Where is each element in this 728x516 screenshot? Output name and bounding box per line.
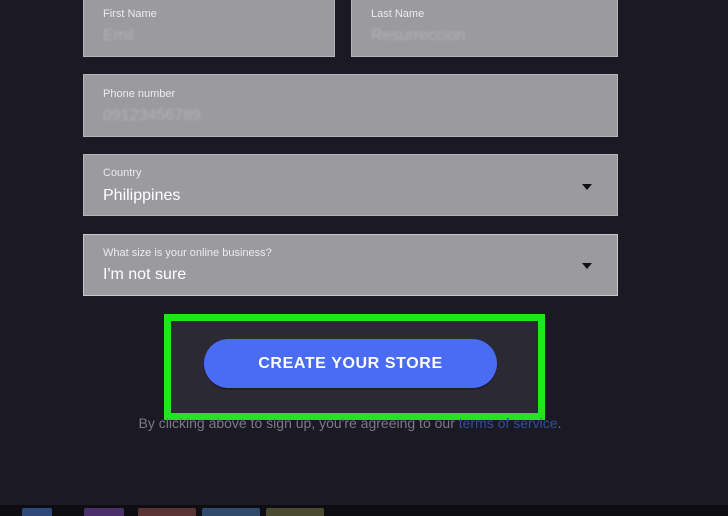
signup-page: First Name Emil Last Name Resurreccion P… — [0, 0, 728, 516]
last-name-field[interactable]: Last Name Resurreccion — [351, 0, 618, 57]
taskbar-item[interactable] — [138, 508, 196, 516]
country-select[interactable]: Country Philippines — [83, 154, 618, 216]
first-name-placeholder: Emil — [103, 27, 135, 44]
first-name-field[interactable]: First Name Emil — [83, 0, 335, 57]
terms-suffix: . — [557, 415, 562, 431]
last-name-label: Last Name — [371, 8, 425, 20]
phone-number-placeholder: 09123456789 — [103, 107, 201, 124]
terms-prefix: By clicking above to sign up, you're agr… — [138, 415, 459, 431]
phone-number-label: Phone number — [103, 88, 176, 100]
last-name-placeholder: Resurreccion — [371, 27, 466, 44]
first-name-label: First Name — [103, 8, 157, 20]
taskbar-item[interactable] — [22, 508, 52, 516]
taskbar — [0, 505, 728, 516]
country-label: Country — [103, 167, 142, 179]
country-value: Philippines — [103, 187, 181, 204]
taskbar-item[interactable] — [202, 508, 260, 516]
terms-notice: By clicking above to sign up, you're agr… — [0, 415, 700, 431]
chevron-down-icon[interactable] — [582, 184, 592, 190]
terms-of-service-link[interactable]: terms of service — [459, 415, 558, 431]
business-size-label: What size is your online business? — [103, 247, 272, 259]
chevron-down-icon[interactable] — [582, 263, 592, 269]
business-size-value: I'm not sure — [103, 266, 187, 283]
taskbar-item[interactable] — [266, 508, 324, 516]
business-size-select[interactable]: What size is your online business? I'm n… — [83, 234, 618, 296]
create-store-button[interactable]: CREATE YOUR STORE — [204, 339, 497, 388]
taskbar-item[interactable] — [84, 508, 124, 516]
phone-number-field[interactable]: Phone number 09123456789 — [83, 74, 618, 137]
